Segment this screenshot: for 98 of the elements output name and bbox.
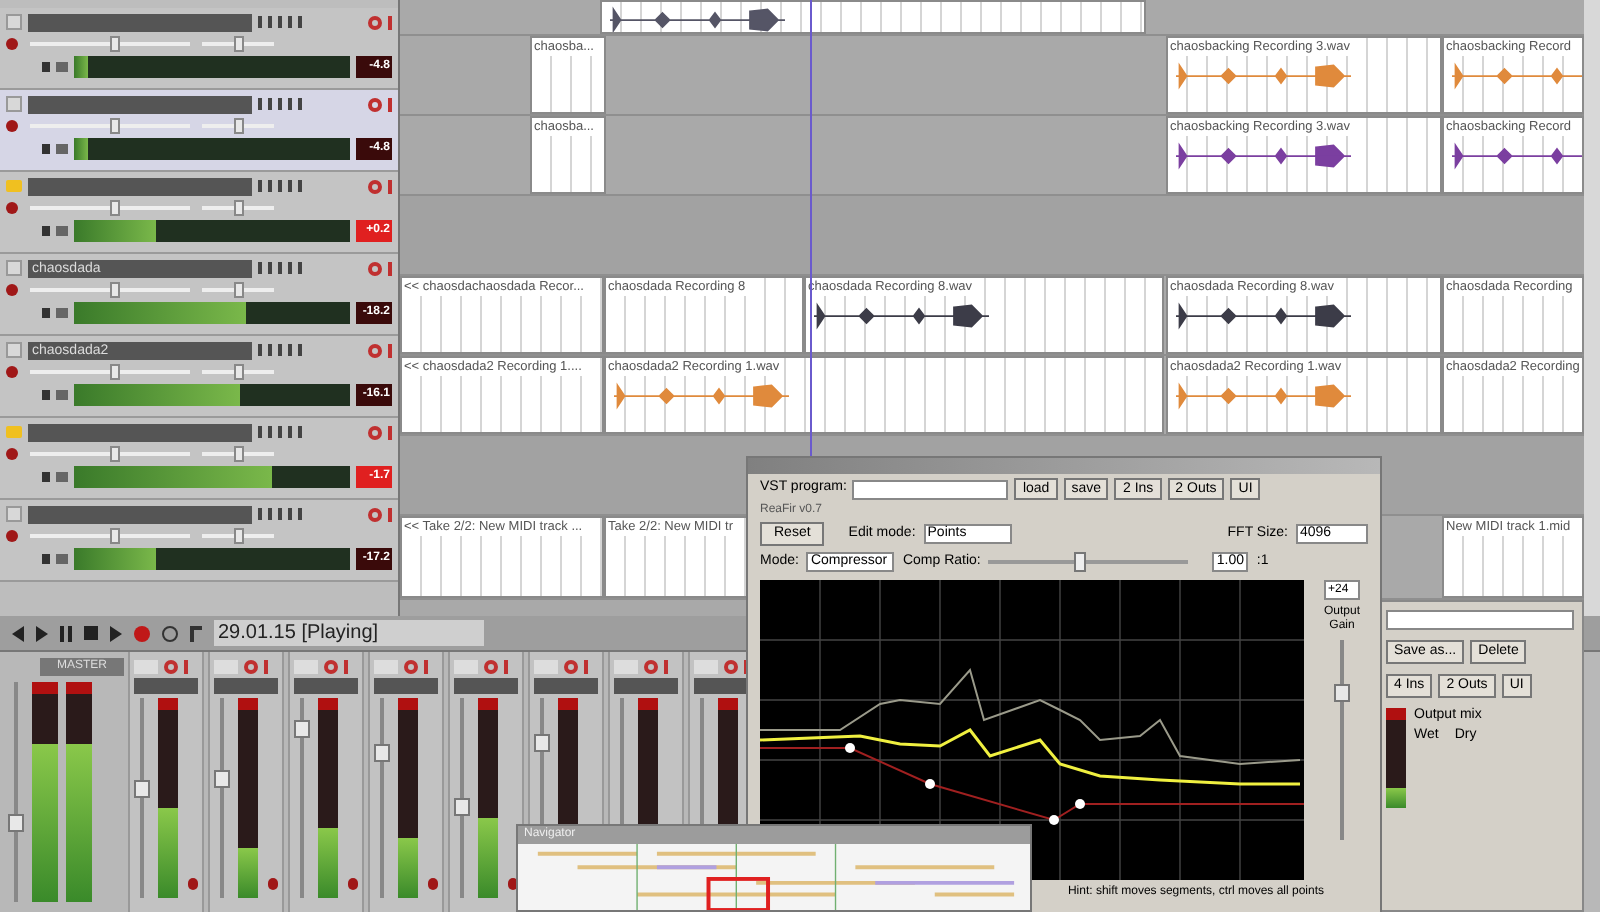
volume-fader[interactable]	[134, 698, 149, 898]
track-number-box	[6, 96, 22, 112]
mute-icon[interactable]	[368, 179, 382, 193]
meter-fill	[1386, 788, 1406, 808]
track-number-box	[294, 659, 318, 673]
curve-point[interactable]	[925, 778, 935, 788]
volume-fader[interactable]	[454, 698, 469, 898]
track-name-field[interactable]	[28, 505, 252, 523]
input-icon[interactable]	[56, 472, 68, 482]
peak-indicator	[318, 698, 337, 710]
peak-indicator	[158, 698, 177, 710]
mute-icon[interactable]	[724, 659, 738, 673]
record-arm-icon[interactable]	[6, 202, 18, 214]
mute-icon[interactable]	[484, 659, 498, 673]
volume-fader[interactable]	[294, 698, 309, 898]
curve-point[interactable]	[1049, 814, 1059, 824]
mute-icon[interactable]	[368, 15, 382, 29]
track-name-field[interactable]	[134, 678, 198, 694]
track-number-box	[614, 659, 638, 673]
peak-indicator	[478, 698, 497, 710]
record-arm-icon[interactable]	[6, 366, 18, 378]
peak-indicator	[238, 698, 257, 710]
record-arm-icon[interactable]	[6, 448, 18, 460]
input-icon[interactable]	[56, 308, 68, 318]
record-arm-icon[interactable]	[6, 38, 18, 50]
track-number-box	[6, 14, 22, 30]
fader-handle[interactable]	[214, 770, 230, 789]
mute-icon[interactable]	[368, 343, 382, 357]
record-arm-icon[interactable]	[187, 878, 198, 890]
track-number-box	[694, 659, 718, 673]
record-arm-icon[interactable]	[6, 284, 18, 296]
mute-icon[interactable]	[244, 659, 258, 673]
curve-point[interactable]	[845, 742, 855, 752]
track-name-field[interactable]	[28, 177, 252, 195]
loop-icon[interactable]	[162, 625, 178, 641]
track-number-box	[6, 260, 22, 276]
track-name-field[interactable]	[614, 678, 678, 694]
mute-icon[interactable]	[368, 425, 382, 439]
track-number-box	[6, 506, 22, 522]
fader-handle[interactable]	[1334, 684, 1350, 703]
track-number-box	[534, 659, 558, 673]
time-display: 29.01.15 [Playing]	[214, 620, 484, 646]
track-name-field[interactable]	[454, 678, 518, 694]
peak-indicator	[638, 698, 657, 710]
peak-indicator	[558, 698, 577, 710]
track-name-field[interactable]	[28, 95, 252, 113]
program-dropdown[interactable]	[852, 479, 1009, 499]
fader-handle[interactable]	[8, 813, 24, 832]
volume-fader[interactable]	[214, 698, 229, 898]
peak-indicator	[32, 682, 58, 694]
fader-handle[interactable]	[134, 779, 150, 798]
track-name-field[interactable]	[534, 678, 598, 694]
track-number-box	[374, 659, 398, 673]
curve-point[interactable]	[1075, 798, 1085, 808]
pause-icon[interactable]	[60, 625, 72, 641]
track-number-box	[134, 659, 158, 673]
mute-icon[interactable]	[404, 659, 418, 673]
threshold-curve-line[interactable]	[760, 746, 1304, 821]
mute-icon[interactable]	[368, 261, 382, 275]
spectrum-graph[interactable]	[760, 579, 1304, 879]
peak-indicator	[66, 682, 92, 694]
track-name-field[interactable]	[28, 423, 252, 441]
fader-handle[interactable]	[454, 798, 470, 817]
preset-dropdown[interactable]	[1386, 610, 1574, 630]
peak-indicator	[398, 698, 417, 710]
audio-clip[interactable]	[600, 0, 1146, 34]
record-arm-icon[interactable]	[267, 878, 278, 890]
track-name-field[interactable]	[214, 678, 278, 694]
track-name-field[interactable]	[294, 678, 358, 694]
mute-icon[interactable]	[324, 659, 338, 673]
track-number-box	[454, 659, 478, 673]
input-icon[interactable]	[56, 144, 68, 154]
mute-icon[interactable]	[564, 659, 578, 673]
record-arm-icon[interactable]	[6, 120, 18, 132]
input-icon[interactable]	[56, 390, 68, 400]
mute-icon[interactable]	[368, 97, 382, 111]
record-arm-icon[interactable]	[427, 878, 438, 890]
record-arm-icon[interactable]	[347, 878, 358, 890]
volume-fader[interactable]	[374, 698, 389, 898]
peak-indicator	[1386, 708, 1406, 720]
record-icon[interactable]	[134, 625, 150, 641]
input-icon[interactable]	[56, 554, 68, 564]
mute-icon[interactable]	[164, 659, 178, 673]
track-number-box	[214, 659, 238, 673]
scrollbar[interactable]	[1584, 0, 1600, 616]
fader-handle[interactable]	[534, 734, 550, 753]
track-number-box	[6, 342, 22, 358]
track-name-field[interactable]	[374, 678, 438, 694]
mute-icon[interactable]	[644, 659, 658, 673]
peak-indicator	[718, 698, 737, 710]
record-arm-icon[interactable]	[6, 530, 18, 542]
mute-icon[interactable]	[368, 507, 382, 521]
fader-handle[interactable]	[374, 743, 390, 762]
fader-handle[interactable]	[294, 719, 310, 738]
input-icon[interactable]	[56, 62, 68, 72]
track-name-field[interactable]	[28, 13, 252, 31]
input-icon[interactable]	[56, 226, 68, 236]
slider-thumb[interactable]	[1073, 552, 1086, 573]
